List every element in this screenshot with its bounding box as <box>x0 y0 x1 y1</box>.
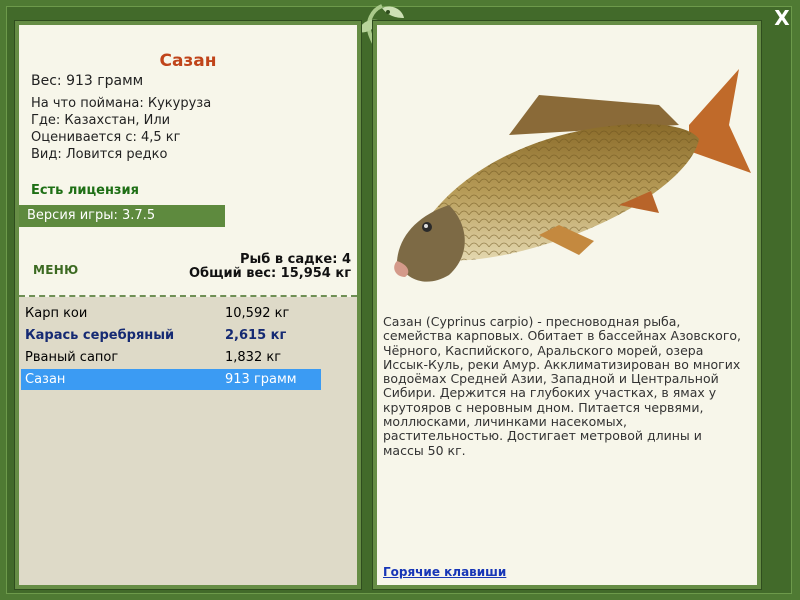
list-item-name: Рваный сапог <box>25 350 119 365</box>
list-item[interactable]: Карп кои 10,592 кг <box>21 303 321 324</box>
fish-location: Где: Казахстан, Или <box>31 113 171 128</box>
carp-fish-image <box>394 69 751 282</box>
fish-title: Сазан <box>159 51 217 71</box>
fish-value: Оценивается с: 4,5 кг <box>31 130 181 145</box>
list-item[interactable]: Карась серебряный 2,615 кг <box>21 325 321 346</box>
catch-list: Карп кои 10,592 кг Карась серебряный 2,6… <box>19 297 357 585</box>
fish-weight: Вес: 913 грамм <box>31 73 144 89</box>
fish-info: На что поймана: Кукуруза Где: Казахстан,… <box>31 95 211 163</box>
close-icon[interactable]: X <box>774 6 789 30</box>
close-button[interactable]: X <box>770 6 794 30</box>
fish-bait: На что поймана: Кукуруза <box>31 96 212 111</box>
left-panel-content: Сазан Вес: 913 грамм На что поймана: Кук… <box>19 25 357 585</box>
right-panel: Сазан (Cyprinus carpio) - пресноводная р… <box>372 20 762 590</box>
license-status: Есть лицензия <box>31 183 139 198</box>
list-item-weight: 1,832 кг <box>225 350 282 365</box>
hotkeys-link[interactable]: Горячие клавиши <box>383 565 506 579</box>
list-item-weight: 2,615 кг <box>225 328 287 343</box>
list-item-name: Карась серебряный <box>25 328 175 343</box>
fish-count: Рыб в садке: 4 <box>239 252 351 267</box>
list-item[interactable]: Рваный сапог 1,832 кг <box>21 347 321 368</box>
total-weight: Общий вес: 15,954 кг <box>188 266 351 281</box>
fish-description: Сазан (Cyprinus carpio) - пресноводная р… <box>383 314 742 458</box>
fish-rarity: Вид: Ловится редко <box>31 147 168 162</box>
keepnet-stats: Рыб в садке: 4 Общий вес: 15,954 кг <box>189 253 351 281</box>
list-item-name: Карп кои <box>25 306 88 321</box>
list-item-name: Сазан <box>25 372 66 387</box>
list-item-weight: 913 грамм <box>225 372 297 387</box>
list-item-weight: 10,592 кг <box>225 306 290 321</box>
left-panel: Сазан Вес: 913 грамм На что поймана: Кук… <box>14 20 362 590</box>
list-item-selected[interactable]: Сазан 913 грамм <box>21 369 321 390</box>
menu-button[interactable]: МЕНЮ <box>33 263 78 277</box>
right-panel-content: Сазан (Cyprinus carpio) - пресноводная р… <box>377 25 757 585</box>
version-bar: Версия игры: 3.7.5 <box>19 205 225 227</box>
